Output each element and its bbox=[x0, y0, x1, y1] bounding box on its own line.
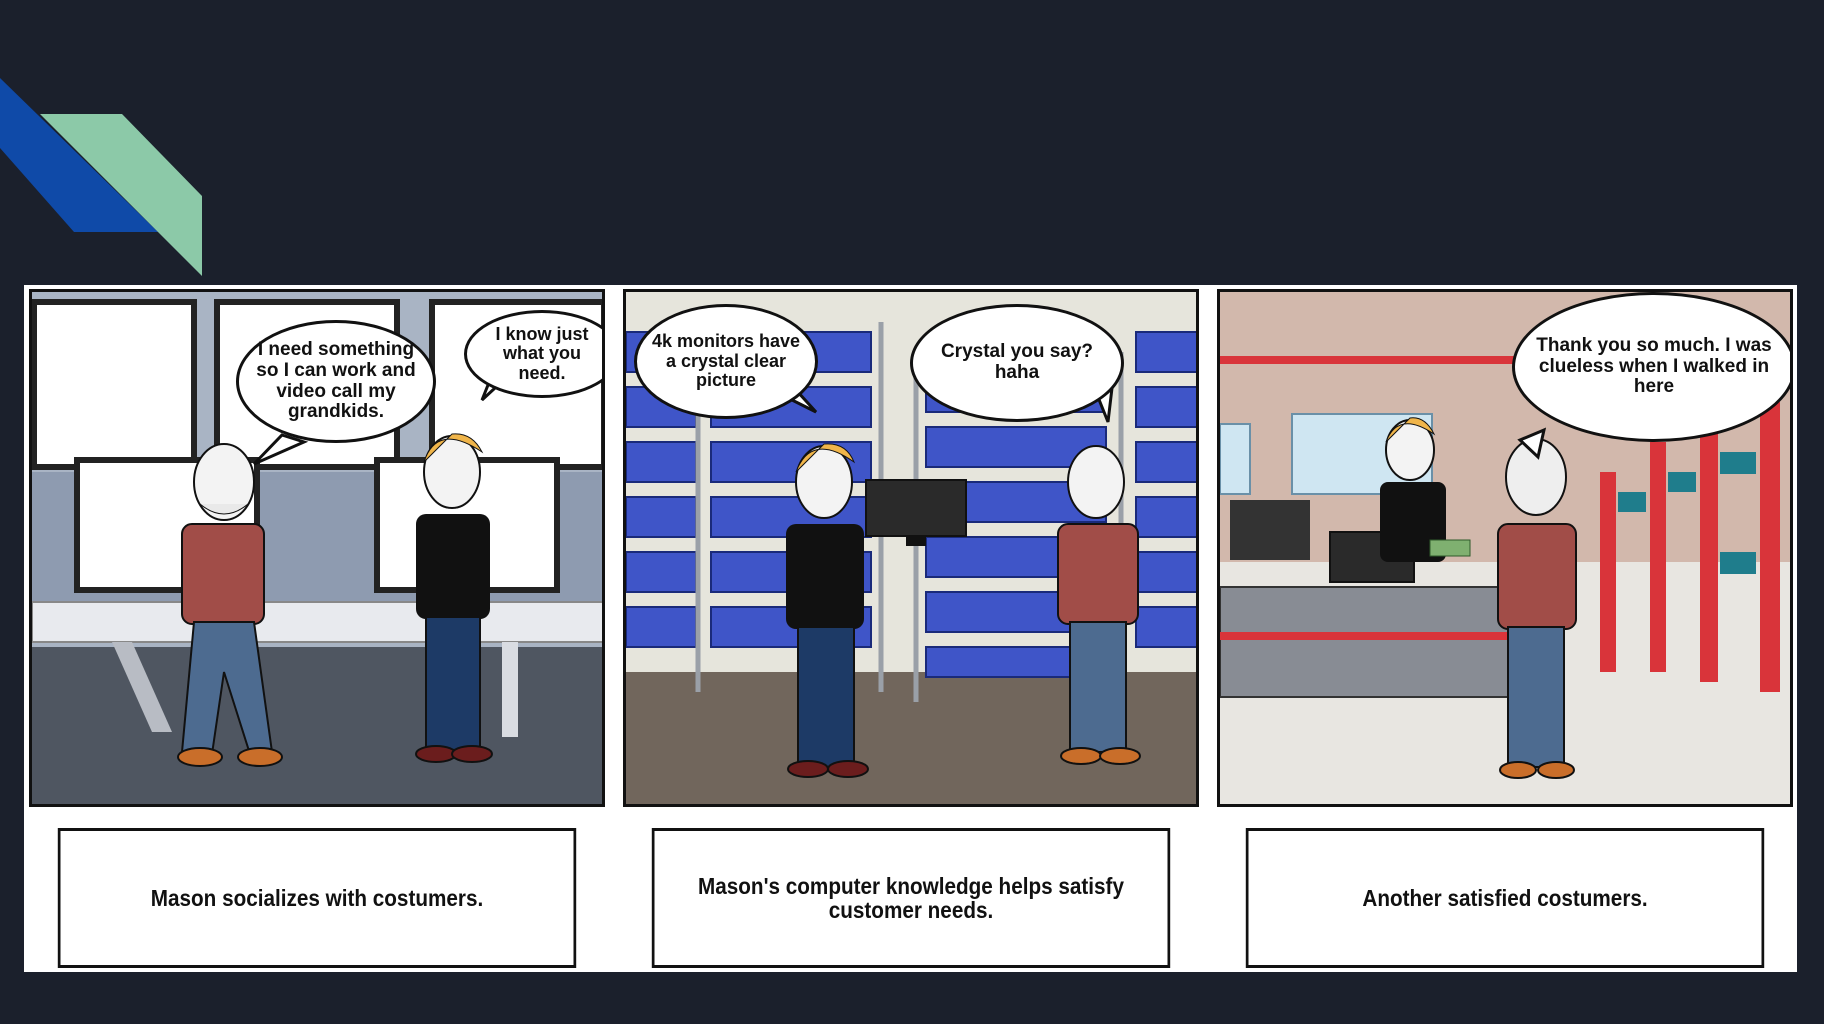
monitor-icon bbox=[865, 479, 967, 537]
panel-1-scene: I need something so I can work and video… bbox=[29, 289, 605, 807]
caption-panel-3: Another satisfied costumers. bbox=[1245, 828, 1765, 968]
cash-icon bbox=[1429, 539, 1471, 557]
speech-bubble-old-man: Crystal you say? haha bbox=[910, 304, 1124, 422]
caption-panel-1: Mason socializes with costumers. bbox=[57, 828, 577, 968]
speech-bubble-old-man: I need something so I can work and video… bbox=[236, 320, 436, 443]
speech-bubble-young-man: 4k monitors have a crystal clear picture bbox=[634, 304, 818, 419]
customer-figure bbox=[1497, 438, 1577, 779]
panel-3-scene: Thank you so much. I was clueless when I… bbox=[1217, 289, 1793, 807]
panel-2-scene: 4k monitors have a crystal clear picture… bbox=[623, 289, 1199, 807]
corner-decoration bbox=[0, 78, 202, 276]
storyboard: I need something so I can work and video… bbox=[24, 285, 1797, 972]
caption-panel-2: Mason's computer knowledge helps satisfy… bbox=[651, 828, 1171, 968]
speech-bubble-customer: Thank you so much. I was clueless when I… bbox=[1512, 292, 1790, 442]
